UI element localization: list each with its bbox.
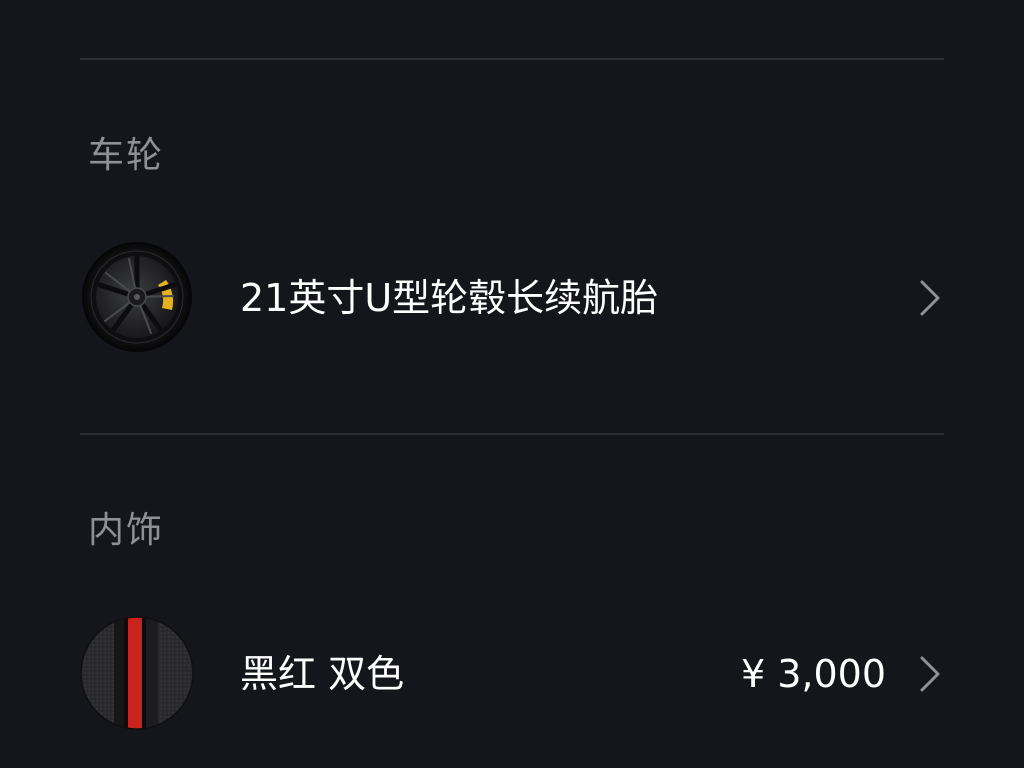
configurator-page: 车轮 21英寸U型轮毂长续航胎 内饰 黑红 双色 ¥ 3,000 bbox=[0, 0, 1024, 768]
wheel-option-row[interactable]: 21英寸U型轮毂长续航胎 bbox=[80, 240, 944, 356]
top-divider bbox=[80, 58, 944, 60]
chevron-right-icon bbox=[920, 656, 940, 692]
wheel-thumbnail-icon bbox=[80, 240, 194, 354]
interior-swatch-icon bbox=[80, 616, 194, 730]
interior-option-price: ¥ 3,000 bbox=[740, 652, 886, 696]
wheel-option-label: 21英寸U型轮毂长续航胎 bbox=[240, 276, 659, 320]
section-title-wheels: 车轮 bbox=[88, 135, 165, 176]
interior-option-row[interactable]: 黑红 双色 ¥ 3,000 bbox=[80, 616, 944, 732]
interior-option-label: 黑红 双色 bbox=[240, 652, 405, 696]
chevron-right-icon bbox=[920, 280, 940, 316]
section-title-interior: 内饰 bbox=[88, 510, 165, 551]
middle-divider bbox=[80, 433, 944, 435]
